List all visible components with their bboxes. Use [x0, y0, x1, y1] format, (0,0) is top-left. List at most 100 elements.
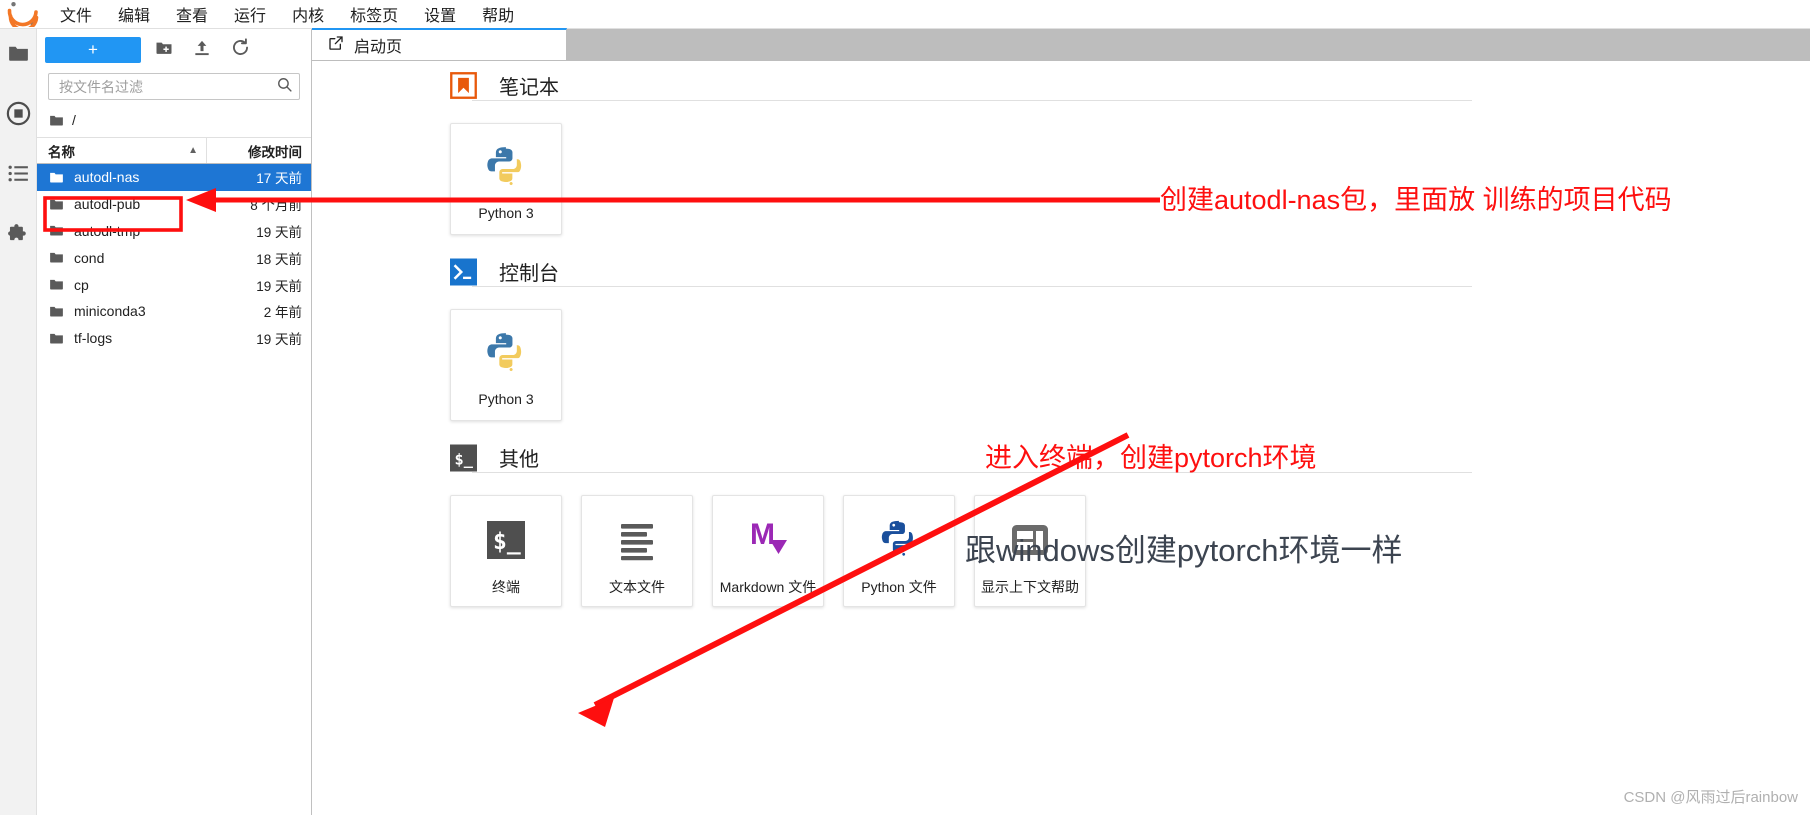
breadcrumb-root[interactable]: / — [72, 112, 76, 128]
new-launcher-button[interactable]: + — [45, 37, 141, 63]
terminal-dollar-icon: $_ — [450, 444, 477, 471]
file-modified: 2 年前 — [263, 305, 302, 321]
launcher-card-text-file[interactable]: 文本文件 — [581, 495, 693, 607]
folder-icon — [48, 303, 65, 320]
table-row[interactable]: autodl-nas 17 天前 — [37, 164, 311, 191]
file-name: autodl-nas — [74, 169, 140, 186]
sidebar-item-file-browser[interactable] — [3, 41, 33, 71]
file-name: miniconda3 — [74, 303, 146, 320]
refresh-button[interactable] — [225, 37, 255, 63]
folder-icon — [48, 276, 65, 293]
card-label: 文本文件 — [609, 579, 665, 595]
markdown-icon: M — [742, 514, 794, 566]
column-header-name-label: 名称 — [48, 144, 75, 160]
file-name: tf-logs — [74, 330, 113, 347]
file-modified: 18 天前 — [256, 251, 302, 267]
launcher-icon — [328, 35, 344, 56]
file-name: cp — [74, 276, 89, 293]
card-label: 终端 — [492, 579, 520, 595]
file-modified: 19 天前 — [256, 224, 302, 240]
svg-text:$_: $_ — [455, 450, 474, 468]
file-name: autodl-tmp — [74, 222, 141, 239]
launcher-card-python-file[interactable]: Python 文件 — [843, 495, 955, 607]
menu-file[interactable]: 文件 — [50, 0, 102, 28]
menu-run[interactable]: 运行 — [224, 0, 276, 28]
launcher-section-other: $_ 其他 — [450, 421, 1810, 472]
file-browser-toolbar: + — [37, 29, 311, 67]
file-modified: 17 天前 — [256, 171, 302, 187]
section-title: 其他 — [499, 449, 539, 471]
launcher-section-notebook: 笔记本 — [450, 61, 1810, 100]
new-folder-icon — [154, 38, 174, 63]
table-row[interactable]: cond 18 天前 — [37, 244, 311, 271]
folder-icon — [6, 41, 31, 71]
column-header-modified[interactable]: 修改时间 — [207, 138, 311, 163]
launcher-panel: 笔记本 Python 3 控制台 Python 3 $_ 其他 $_ 终端 文本… — [312, 61, 1810, 815]
menu-bar: 文件 编辑 查看 运行 内核 标签页 设置 帮助 — [0, 0, 1810, 29]
launcher-card-terminal[interactable]: $_ 终端 — [450, 495, 562, 607]
launcher-card-row-notebook: Python 3 — [450, 101, 1810, 235]
sidebar-item-running[interactable] — [3, 101, 33, 131]
file-modified: 8 个月前 — [250, 198, 302, 214]
card-label: Python 3 — [478, 205, 534, 221]
folder-icon — [48, 112, 65, 129]
file-list: autodl-nas 17 天前 autodl-pub 8 个月前 autodl… — [37, 164, 311, 352]
launcher-card-console-python3[interactable]: Python 3 — [450, 309, 562, 421]
dock-area: 启动页 笔记本 Python 3 控制台 Python 3 $_ 其他 $_ 终… — [312, 28, 1810, 815]
file-name: autodl-pub — [74, 196, 141, 213]
svg-text:M: M — [750, 518, 775, 551]
terminal-dollar-icon: $_ — [480, 514, 532, 566]
file-list-header: 名称 ▲ 修改时间 — [37, 137, 311, 164]
menu-help[interactable]: 帮助 — [472, 0, 524, 28]
table-row[interactable]: cp 19 天前 — [37, 271, 311, 298]
table-row[interactable]: autodl-pub 8 个月前 — [37, 191, 311, 218]
menu-view[interactable]: 查看 — [166, 0, 218, 28]
tab-bar: 启动页 — [312, 28, 1810, 61]
search-icon[interactable] — [276, 76, 293, 98]
menu-edit[interactable]: 编辑 — [108, 0, 160, 28]
launcher-card-row-console: Python 3 — [450, 287, 1810, 421]
watermark: CSDN @风雨过后rainbow — [1623, 789, 1798, 806]
sidebar-item-commands[interactable] — [3, 161, 33, 191]
folder-icon — [48, 222, 65, 239]
folder-icon — [48, 330, 65, 347]
svg-text:$_: $_ — [493, 529, 521, 555]
card-label: Python 3 — [478, 391, 534, 407]
section-title: 笔记本 — [499, 77, 559, 99]
list-icon — [6, 161, 31, 191]
launcher-card-context-help[interactable]: 显示上下文帮助 — [974, 495, 1086, 607]
column-header-name[interactable]: 名称 ▲ — [37, 138, 207, 163]
file-name: cond — [74, 249, 105, 266]
python-logo-icon — [873, 514, 925, 566]
launcher-card-notebook-python3[interactable]: Python 3 — [450, 123, 562, 235]
table-row[interactable]: tf-logs 19 天前 — [37, 325, 311, 352]
tab-launcher[interactable]: 启动页 — [312, 28, 567, 60]
console-prompt-icon — [450, 258, 477, 285]
launcher-card-markdown-file[interactable]: M Markdown 文件 — [712, 495, 824, 607]
folder-icon — [48, 169, 65, 186]
card-label: 显示上下文帮助 — [981, 579, 1079, 595]
notebook-bookmark-icon — [450, 72, 477, 99]
breadcrumb[interactable]: / — [48, 109, 300, 131]
upload-button[interactable] — [187, 37, 217, 63]
menu-tabs[interactable]: 标签页 — [340, 0, 408, 28]
refresh-icon — [230, 37, 251, 63]
python-logo-icon — [480, 328, 532, 380]
card-label: Python 文件 — [861, 579, 937, 595]
table-row[interactable]: autodl-tmp 19 天前 — [37, 218, 311, 245]
launcher-section-console: 控制台 — [450, 235, 1810, 286]
python-logo-icon — [480, 142, 532, 194]
upload-icon — [192, 38, 212, 63]
menu-kernel[interactable]: 内核 — [282, 0, 334, 28]
folder-icon — [48, 249, 65, 266]
sidebar-item-extensions[interactable] — [3, 221, 33, 251]
filter-box[interactable] — [48, 73, 300, 100]
menu-settings[interactable]: 设置 — [414, 0, 466, 28]
context-help-icon — [1004, 514, 1056, 566]
file-browser-panel: + 按文件名过滤 / 名称 ▲ 修改时间 autodl-nas 17 天前 au… — [37, 29, 312, 815]
sort-ascending-icon: ▲ — [188, 145, 198, 156]
search-input[interactable] — [57, 77, 276, 96]
text-file-icon — [611, 514, 663, 566]
table-row[interactable]: miniconda3 2 年前 — [37, 298, 311, 325]
new-folder-button[interactable] — [149, 37, 179, 63]
